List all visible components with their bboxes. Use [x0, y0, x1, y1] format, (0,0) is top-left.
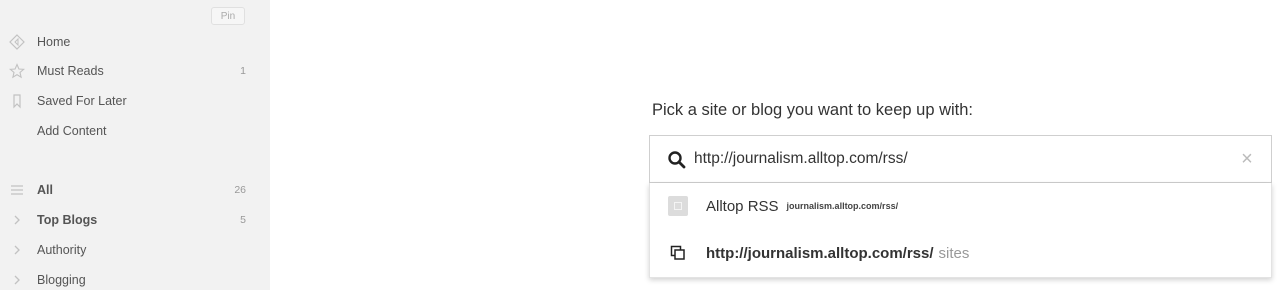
suggestion-item[interactable]: http://journalism.alltop.com/rss/ sites — [650, 230, 1271, 276]
sidebar-item-label: All — [37, 183, 53, 197]
chevron-right-icon[interactable] — [8, 241, 26, 259]
sidebar-item-saved-for-later[interactable]: Saved For Later — [0, 89, 270, 113]
sidebar-item-blogging[interactable]: Blogging — [0, 268, 270, 292]
suggestion-title: Alltop RSS — [706, 197, 779, 215]
sidebar-item-label: Add Content — [37, 124, 107, 138]
sidebar-item-add-content[interactable]: Add Content — [0, 119, 270, 143]
close-icon[interactable]: × — [1238, 149, 1256, 169]
suggestion-suffix: sites — [938, 244, 970, 262]
sidebar-item-label: Must Reads — [37, 64, 104, 78]
sidebar-item-label: Authority — [37, 243, 87, 257]
sidebar-item-authority[interactable]: Authority — [0, 238, 270, 262]
suggestion-url: journalism.alltop.com/rss/ — [786, 201, 899, 211]
add-content-prompt: Pick a site or blog you want to keep up … — [652, 101, 974, 119]
star-icon — [8, 62, 26, 80]
pin-button[interactable]: Pin — [211, 7, 245, 25]
bookmark-icon — [8, 92, 26, 110]
home-icon — [8, 33, 26, 51]
unread-count: 5 — [240, 214, 246, 226]
chevron-right-icon[interactable] — [8, 271, 26, 289]
suggestion-title: http://journalism.alltop.com/rss/ — [706, 244, 934, 262]
sidebar-item-home[interactable]: Home — [0, 30, 270, 54]
sidebar-item-label: Home — [37, 35, 71, 49]
sidebar-item-must-reads[interactable]: Must Reads 1 — [0, 59, 270, 83]
chevron-right-icon[interactable] — [8, 211, 26, 229]
copy-icon — [670, 245, 686, 261]
unread-count: 1 — [240, 65, 246, 77]
suggestion-dropdown: Alltop RSS journalism.alltop.com/rss/ ht… — [649, 183, 1272, 278]
site-thumbnail-icon — [668, 196, 688, 216]
search-box[interactable]: × — [649, 135, 1272, 183]
sidebar-item-all[interactable]: All 26 — [0, 178, 270, 202]
unread-count: 26 — [234, 184, 246, 196]
list-icon — [8, 181, 26, 199]
suggestion-item[interactable]: Alltop RSS journalism.alltop.com/rss/ — [650, 183, 1271, 229]
sidebar-item-label: Blogging — [37, 273, 86, 287]
search-input[interactable] — [694, 148, 1224, 170]
sidebar-item-top-blogs[interactable]: Top Blogs 5 — [0, 208, 270, 232]
sidebar-item-label: Saved For Later — [37, 94, 127, 108]
search-icon — [667, 150, 687, 170]
sidebar: Pin Home Must Reads 1 Saved For Later Ad… — [0, 0, 270, 290]
sidebar-item-label: Top Blogs — [37, 213, 98, 227]
